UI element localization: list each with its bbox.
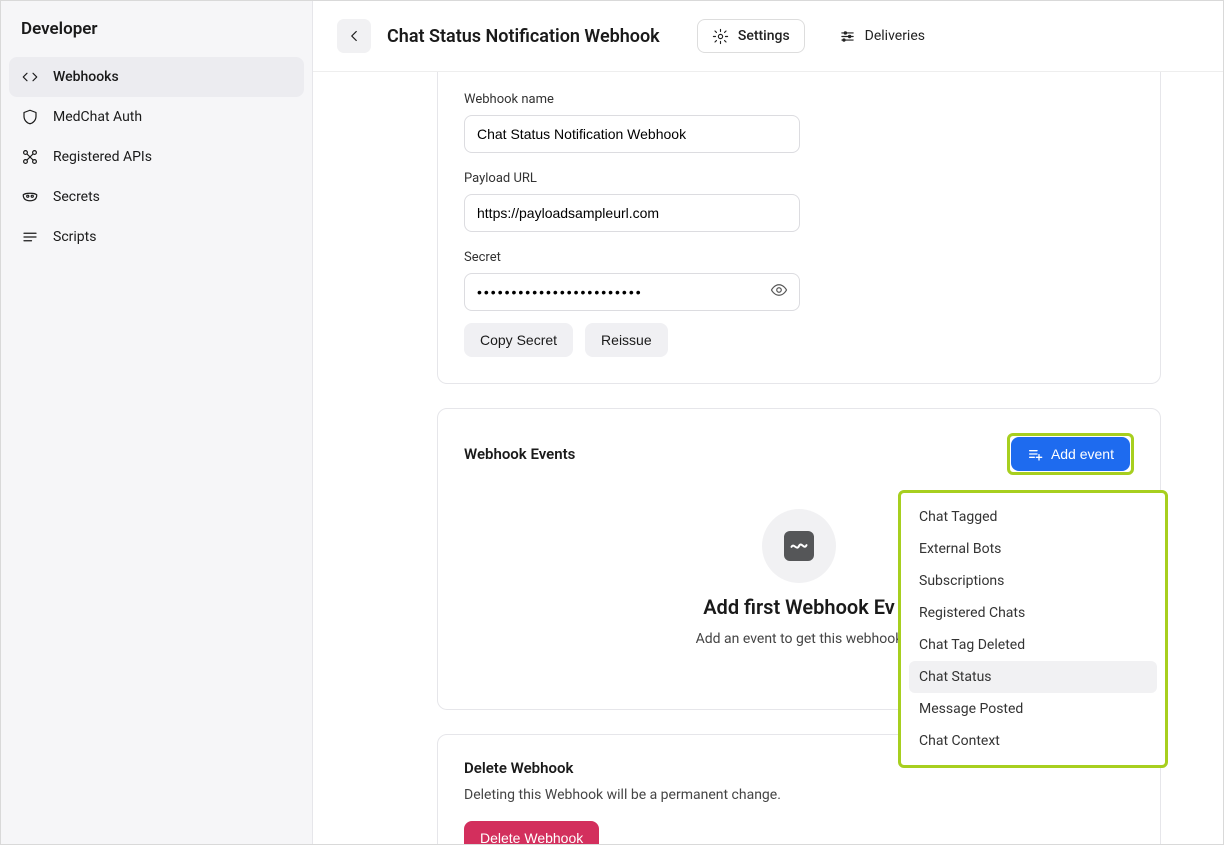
empty-state-title: Add first Webhook Ev: [703, 595, 895, 619]
list-plus-icon: [1027, 446, 1043, 462]
back-button[interactable]: [337, 19, 371, 53]
empty-state-subtitle: Add an event to get this webhook: [696, 631, 903, 647]
tab-deliveries[interactable]: Deliveries: [825, 19, 939, 53]
content-area: Webhook name Payload URL Secret: [313, 72, 1223, 844]
sidebar-title: Developer: [9, 19, 304, 57]
sidebar-item-label: Registered APIs: [53, 149, 152, 165]
sidebar-item-scripts[interactable]: Scripts: [9, 217, 304, 257]
dropdown-option-external-bots[interactable]: External Bots: [909, 533, 1157, 565]
nodes-icon: [21, 148, 39, 166]
payload-url-input[interactable]: [464, 194, 800, 232]
chevron-left-icon: [345, 27, 363, 45]
shield-icon: [21, 108, 39, 126]
payload-url-label: Payload URL: [464, 171, 1134, 186]
mask-icon: [21, 188, 39, 206]
secret-label: Secret: [464, 250, 1134, 265]
sidebar-item-label: Secrets: [53, 189, 100, 205]
delete-webhook-description: Deleting this Webhook will be a permanen…: [464, 787, 1134, 803]
tab-deliveries-label: Deliveries: [865, 28, 925, 44]
webhook-name-input[interactable]: [464, 115, 800, 153]
sidebar-item-webhooks[interactable]: Webhooks: [9, 57, 304, 97]
dropdown-option-chat-tagged[interactable]: Chat Tagged: [909, 501, 1157, 533]
sliders-icon: [839, 27, 857, 45]
topbar: Chat Status Notification Webhook Setting…: [313, 1, 1223, 72]
add-event-button[interactable]: Add event: [1011, 437, 1130, 471]
sidebar-item-medchat-auth[interactable]: MedChat Auth: [9, 97, 304, 137]
add-event-label: Add event: [1051, 446, 1114, 462]
webhook-name-label: Webhook name: [464, 92, 1134, 107]
dropdown-option-registered-chats[interactable]: Registered Chats: [909, 597, 1157, 629]
sidebar-item-label: MedChat Auth: [53, 109, 142, 125]
wave-icon: [789, 536, 809, 556]
sidebar-item-label: Webhooks: [53, 69, 119, 85]
webhook-events-title: Webhook Events: [464, 445, 575, 463]
dropdown-option-chat-status[interactable]: Chat Status: [909, 661, 1157, 693]
reissue-button[interactable]: Reissue: [585, 323, 668, 357]
eye-icon[interactable]: [770, 281, 788, 303]
dropdown-option-chat-tag-deleted[interactable]: Chat Tag Deleted: [909, 629, 1157, 661]
add-event-highlight: Add event: [1007, 433, 1134, 475]
delete-webhook-button[interactable]: Delete Webhook: [464, 821, 599, 844]
page-title: Chat Status Notification Webhook: [387, 26, 660, 47]
gear-icon: [712, 27, 730, 45]
webhook-form-card: Webhook name Payload URL Secret: [437, 72, 1161, 384]
dropdown-option-subscriptions[interactable]: Subscriptions: [909, 565, 1157, 597]
tab-settings-label: Settings: [738, 28, 790, 44]
add-event-dropdown: Chat Tagged External Bots Subscriptions …: [898, 490, 1168, 768]
list-icon: [21, 228, 39, 246]
empty-state-graphic: [762, 509, 836, 583]
sidebar-item-registered-apis[interactable]: Registered APIs: [9, 137, 304, 177]
sidebar-item-secrets[interactable]: Secrets: [9, 177, 304, 217]
code-icon: [21, 68, 39, 86]
dropdown-option-message-posted[interactable]: Message Posted: [909, 693, 1157, 725]
sidebar-item-label: Scripts: [53, 229, 96, 245]
tab-settings[interactable]: Settings: [697, 19, 805, 53]
sidebar: Developer Webhooks MedChat Auth Register…: [1, 1, 313, 844]
dropdown-option-chat-context[interactable]: Chat Context: [909, 725, 1157, 757]
copy-secret-button[interactable]: Copy Secret: [464, 323, 573, 357]
secret-input[interactable]: [464, 273, 800, 311]
